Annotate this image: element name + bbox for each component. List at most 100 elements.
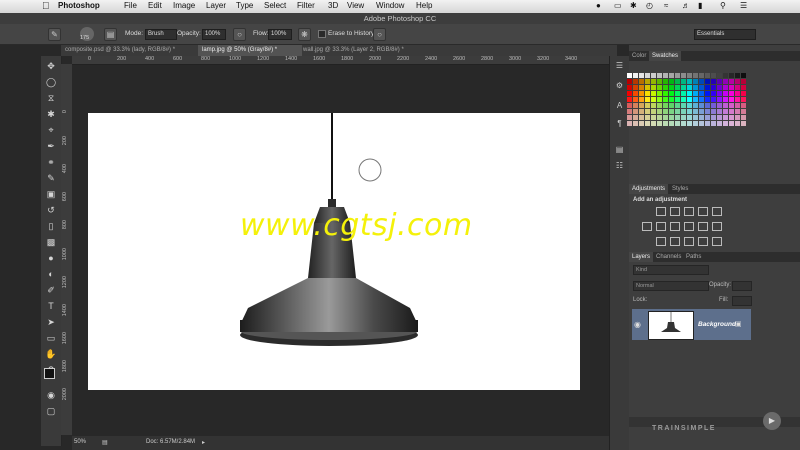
swatch[interactable] bbox=[639, 85, 644, 90]
swatch[interactable] bbox=[687, 97, 692, 102]
swatch[interactable] bbox=[657, 103, 662, 108]
swatch[interactable] bbox=[693, 115, 698, 120]
healing-brush-tool-icon[interactable]: ⚭ bbox=[45, 156, 57, 168]
swatch[interactable] bbox=[663, 109, 668, 114]
vibrance-icon[interactable] bbox=[712, 207, 722, 216]
swatch[interactable] bbox=[717, 91, 722, 96]
swatch[interactable] bbox=[693, 73, 698, 78]
layer-kind-filter[interactable]: Kind bbox=[633, 265, 709, 275]
swatch[interactable] bbox=[657, 79, 662, 84]
move-tool-icon[interactable]: ✥ bbox=[45, 60, 57, 72]
swatch[interactable] bbox=[681, 103, 686, 108]
swatch[interactable] bbox=[693, 109, 698, 114]
document-canvas[interactable] bbox=[88, 113, 580, 390]
menu-image[interactable]: Image bbox=[173, 1, 195, 10]
swatch[interactable] bbox=[699, 103, 704, 108]
swatch[interactable] bbox=[699, 85, 704, 90]
swatch[interactable] bbox=[627, 91, 632, 96]
swatch[interactable] bbox=[687, 121, 692, 126]
swatch[interactable] bbox=[711, 121, 716, 126]
swatch[interactable] bbox=[651, 121, 656, 126]
swatch[interactable] bbox=[657, 73, 662, 78]
path-selection-tool-icon[interactable]: ➤ bbox=[45, 316, 57, 328]
swatch[interactable] bbox=[729, 103, 734, 108]
swatch[interactable] bbox=[729, 121, 734, 126]
swatch[interactable] bbox=[675, 91, 680, 96]
swatch[interactable] bbox=[729, 79, 734, 84]
swatch[interactable] bbox=[723, 97, 728, 102]
swatch[interactable] bbox=[693, 103, 698, 108]
swatch[interactable] bbox=[711, 91, 716, 96]
character-panel-icon[interactable]: A bbox=[614, 100, 625, 111]
swatch[interactable] bbox=[675, 73, 680, 78]
swatch[interactable] bbox=[717, 97, 722, 102]
swatch[interactable] bbox=[669, 91, 674, 96]
swatch[interactable] bbox=[693, 79, 698, 84]
mode-select[interactable]: Brush bbox=[145, 29, 177, 40]
swatch[interactable] bbox=[741, 109, 746, 114]
swatch[interactable] bbox=[627, 121, 632, 126]
menu-view[interactable]: View bbox=[347, 1, 364, 10]
swatch[interactable] bbox=[633, 109, 638, 114]
swatch[interactable] bbox=[687, 109, 692, 114]
swatch[interactable] bbox=[663, 121, 668, 126]
swatch[interactable] bbox=[729, 73, 734, 78]
wifi-icon[interactable]: ≈ bbox=[664, 1, 668, 10]
swatch[interactable] bbox=[657, 85, 662, 90]
swatch[interactable] bbox=[633, 73, 638, 78]
swatch[interactable] bbox=[681, 79, 686, 84]
swatch[interactable] bbox=[627, 79, 632, 84]
swatch[interactable] bbox=[741, 91, 746, 96]
swatch[interactable] bbox=[735, 109, 740, 114]
swatch[interactable] bbox=[705, 97, 710, 102]
swatch[interactable] bbox=[711, 97, 716, 102]
time-machine-icon[interactable]: ◴ bbox=[646, 1, 653, 10]
swatch[interactable] bbox=[705, 115, 710, 120]
menu-file[interactable]: File bbox=[124, 1, 137, 10]
swatch[interactable] bbox=[711, 73, 716, 78]
swatch[interactable] bbox=[723, 79, 728, 84]
swatch[interactable] bbox=[699, 121, 704, 126]
eraser-tool-preset-icon[interactable]: ✎ bbox=[48, 28, 61, 41]
swatch[interactable] bbox=[639, 103, 644, 108]
pressure-opacity-icon[interactable]: ○ bbox=[233, 28, 246, 41]
tab-styles[interactable]: Styles bbox=[669, 184, 691, 194]
swatch[interactable] bbox=[627, 115, 632, 120]
swatch[interactable] bbox=[735, 91, 740, 96]
tab-composite[interactable]: composite.psd @ 33.3% (lady, RGB/8#) * bbox=[61, 45, 201, 56]
workspace-switcher[interactable]: Essentials bbox=[694, 29, 756, 40]
swatch[interactable] bbox=[705, 109, 710, 114]
swatch[interactable] bbox=[627, 103, 632, 108]
layer-opacity-field[interactable] bbox=[732, 281, 752, 291]
swatch[interactable] bbox=[651, 85, 656, 90]
swatch[interactable] bbox=[645, 121, 650, 126]
swatch[interactable] bbox=[645, 79, 650, 84]
tab-layers[interactable]: Layers bbox=[629, 252, 654, 262]
swatch[interactable] bbox=[723, 73, 728, 78]
swatch[interactable] bbox=[681, 97, 686, 102]
swatch[interactable] bbox=[669, 85, 674, 90]
swatch[interactable] bbox=[645, 85, 650, 90]
swatch[interactable] bbox=[651, 73, 656, 78]
swatch[interactable] bbox=[735, 121, 740, 126]
dodge-tool-icon[interactable]: ◐ bbox=[45, 268, 57, 280]
swatch[interactable] bbox=[639, 73, 644, 78]
brush-tool-icon[interactable]: ✎ bbox=[45, 172, 57, 184]
swatch[interactable] bbox=[669, 97, 674, 102]
volume-icon[interactable]: ♬ bbox=[682, 1, 690, 10]
swatch[interactable] bbox=[657, 109, 662, 114]
flow-field[interactable]: 100% bbox=[268, 29, 292, 40]
swatch[interactable] bbox=[627, 97, 632, 102]
swatch[interactable] bbox=[651, 115, 656, 120]
swatch[interactable] bbox=[651, 91, 656, 96]
swatch[interactable] bbox=[633, 121, 638, 126]
pen-tool-icon[interactable]: ✐ bbox=[45, 284, 57, 296]
brush-panel-icon[interactable]: ▤ bbox=[104, 28, 117, 41]
swatch[interactable] bbox=[639, 97, 644, 102]
swatch[interactable] bbox=[723, 115, 728, 120]
swatch[interactable] bbox=[627, 109, 632, 114]
pressure-size-icon[interactable]: ○ bbox=[373, 28, 386, 41]
layer-name[interactable]: Background bbox=[698, 321, 736, 328]
menu-layer[interactable]: Layer bbox=[206, 1, 226, 10]
screen-mode-icon[interactable]: ▢ bbox=[45, 405, 57, 417]
